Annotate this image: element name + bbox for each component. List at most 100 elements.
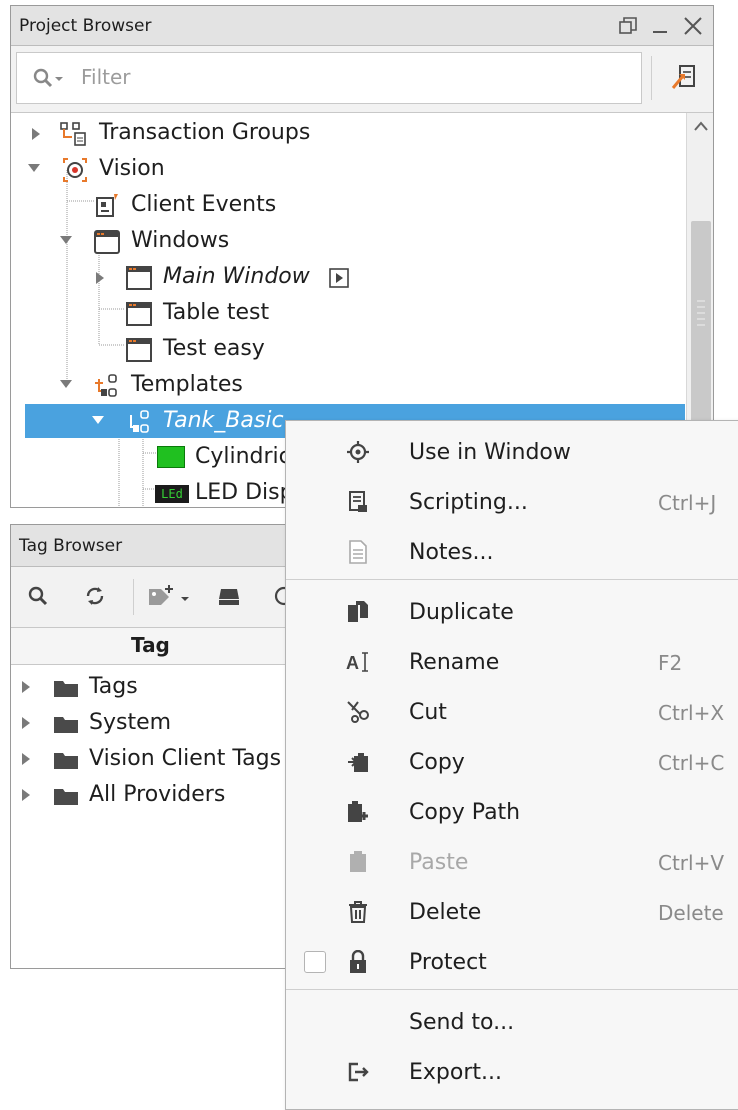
search-dropdown-icon[interactable] — [33, 68, 69, 90]
expand-arrow-icon[interactable] — [21, 752, 31, 766]
menu-item-cut[interactable]: Cut Ctrl+X — [286, 688, 738, 738]
tag-row-label: Tags — [89, 674, 138, 699]
tree-item-vision[interactable]: Vision — [11, 152, 685, 186]
menu-item-export[interactable]: Export... — [286, 1048, 738, 1098]
folder-icon — [54, 717, 78, 733]
tree-item-label: Vision — [99, 156, 165, 181]
expand-arrow-icon[interactable] — [21, 788, 31, 802]
templates-icon — [95, 374, 117, 397]
menu-item-paste[interactable]: Paste Ctrl+V — [286, 838, 738, 888]
script-icon — [349, 491, 367, 512]
project-browser-title: Project Browser — [19, 16, 152, 36]
menu-item-label: Use in Window — [409, 440, 571, 465]
minimize-icon[interactable] — [651, 17, 669, 35]
column-header-tag[interactable]: Tag — [131, 633, 170, 657]
tag-row-label: System — [89, 710, 172, 735]
tree-item-label: Client Events — [131, 192, 277, 217]
drive-icon[interactable] — [217, 585, 241, 607]
menu-item-rename[interactable]: A Rename F2 — [286, 638, 738, 688]
menu-item-label: Protect — [409, 950, 487, 975]
expand-arrow-icon[interactable] — [95, 271, 105, 285]
add-tag-icon[interactable] — [147, 585, 193, 609]
refresh-icon[interactable] — [83, 585, 107, 607]
menu-item-copy-path[interactable]: Copy Path — [286, 788, 738, 838]
folder-icon — [54, 681, 78, 697]
menu-item-shortcut: Ctrl+C — [658, 751, 725, 775]
menu-item-label: Duplicate — [409, 600, 514, 625]
menu-item-shortcut: Ctrl+X — [658, 701, 725, 725]
menu-item-label: Paste — [409, 850, 469, 875]
tree-item-transaction-groups[interactable]: Transaction Groups — [11, 116, 685, 150]
collapse-arrow-icon[interactable] — [59, 235, 73, 245]
menu-item-label: Send to... — [409, 1010, 515, 1035]
menu-item-copy[interactable]: Copy Ctrl+C — [286, 738, 738, 788]
project-browser-title-bar: Project Browser — [11, 6, 713, 46]
windows-folder-icon — [94, 230, 120, 254]
menu-item-shortcut: Ctrl+J — [658, 491, 717, 515]
menu-item-duplicate[interactable]: Duplicate — [286, 588, 738, 638]
collapse-arrow-icon[interactable] — [27, 163, 41, 173]
menu-item-scripting[interactable]: Scripting... Ctrl+J — [286, 478, 738, 528]
menu-item-delete[interactable]: Delete Delete — [286, 888, 738, 938]
grip-icon — [697, 300, 705, 326]
tree-item-label: Main Window — [163, 264, 310, 289]
expand-arrow-icon[interactable] — [31, 127, 41, 141]
tree-item-label: Transaction Groups — [99, 120, 311, 145]
tree-item-label: LED Disp — [195, 480, 294, 505]
tree-item-label: Test easy — [163, 336, 265, 361]
tree-item-test-easy[interactable]: Test easy — [11, 332, 685, 366]
copy-path-icon — [348, 801, 368, 822]
led-display-icon: LEd — [155, 485, 189, 503]
context-menu: Use in Window Scripting... Ctrl+J Notes.… — [285, 420, 738, 1110]
expand-arrow-icon[interactable] — [21, 716, 31, 730]
collapse-arrow-icon[interactable] — [59, 379, 73, 389]
export-icon — [348, 1062, 369, 1082]
paste-icon — [350, 851, 366, 872]
rename-icon: A — [346, 652, 368, 673]
window-icon — [126, 266, 152, 290]
menu-item-label: Copy Path — [409, 800, 521, 825]
close-icon[interactable] — [683, 16, 703, 36]
menu-item-notes[interactable]: Notes... — [286, 528, 738, 578]
toolbar-divider — [651, 56, 652, 100]
tree-item-label: Cylindric — [195, 444, 291, 469]
tree-item-label: Windows — [131, 228, 230, 253]
window-icon — [126, 338, 152, 362]
template-icon — [130, 410, 149, 433]
menu-separator — [286, 989, 738, 990]
copy-icon — [348, 753, 368, 772]
scroll-up-icon[interactable] — [694, 121, 708, 131]
tree-item-templates[interactable]: Templates — [11, 368, 685, 402]
menu-item-label: Cut — [409, 700, 447, 725]
tree-item-client-events[interactable]: Client Events — [11, 188, 685, 222]
folder-icon — [54, 753, 78, 769]
menu-item-label: Notes... — [409, 540, 494, 565]
collapse-arrow-icon[interactable] — [91, 415, 105, 425]
svg-text:A: A — [346, 653, 359, 673]
restore-icon[interactable] — [619, 17, 637, 35]
filter-placeholder: Filter — [81, 65, 131, 89]
tree-item-windows[interactable]: Windows — [11, 224, 685, 258]
tree-item-table-test[interactable]: Table test — [11, 296, 685, 330]
tree-item-label: Tank_Basic — [163, 408, 284, 433]
scissors-icon — [347, 701, 369, 723]
tag-browser-title: Tag Browser — [19, 536, 123, 556]
tag-row-label: Vision Client Tags — [89, 746, 282, 771]
tree-item-label: Table test — [163, 300, 270, 325]
tree-item-main-window[interactable]: Main Window — [11, 260, 685, 294]
duplicate-icon — [348, 601, 368, 622]
protect-checkbox[interactable] — [304, 951, 326, 973]
menu-item-shortcut: Delete — [658, 901, 724, 925]
menu-item-use-in-window[interactable]: Use in Window — [286, 428, 738, 478]
menu-item-protect[interactable]: Protect — [286, 938, 738, 988]
menu-item-send-to[interactable]: Send to... — [286, 998, 738, 1048]
lock-icon — [350, 950, 366, 973]
menu-item-shortcut: F2 — [658, 651, 683, 675]
open-on-startup-icon — [329, 268, 349, 288]
tag-row-label: All Providers — [89, 782, 226, 807]
search-icon[interactable] — [27, 585, 49, 607]
filter-input[interactable]: Filter — [16, 52, 642, 104]
locate-in-tree-icon[interactable] — [671, 62, 699, 92]
expand-arrow-icon[interactable] — [21, 680, 31, 694]
menu-item-shortcut: Ctrl+V — [658, 851, 725, 875]
